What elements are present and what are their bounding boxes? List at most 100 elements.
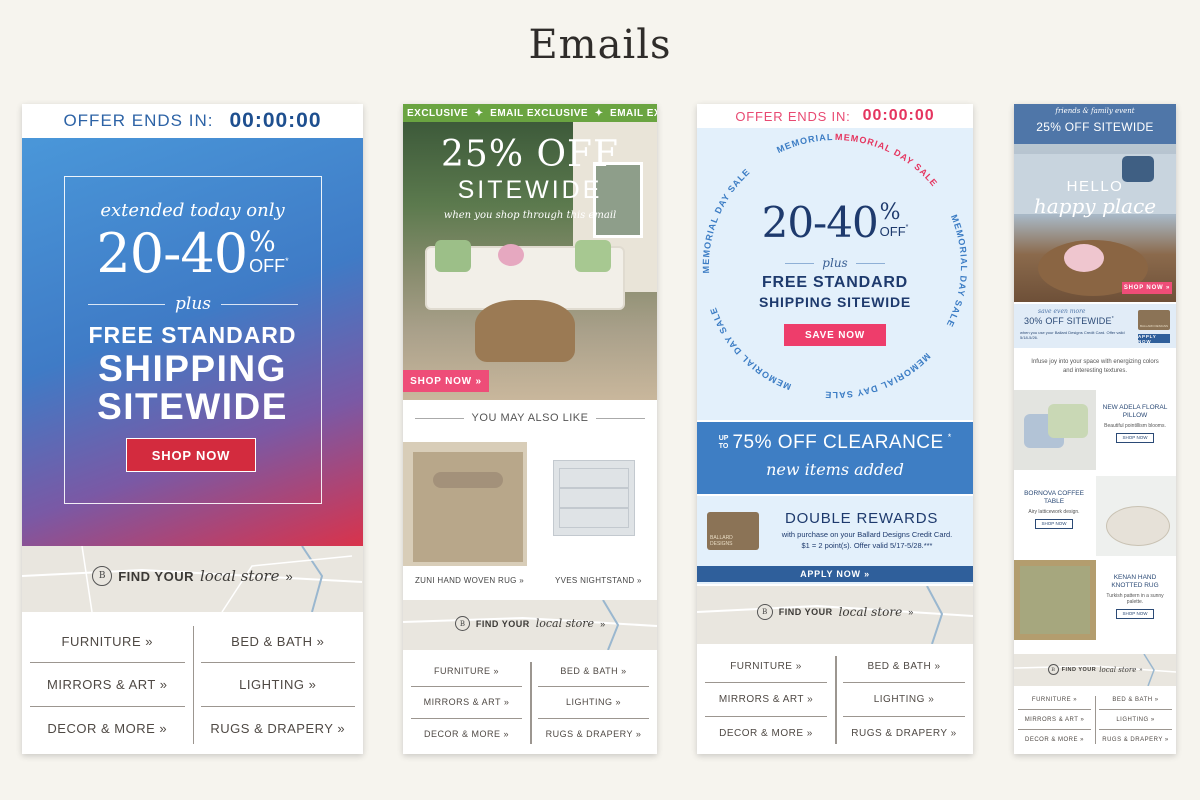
- nav-link-lighting[interactable]: LIGHTING »: [200, 663, 355, 707]
- rewards-card-graphic: BALLARD DESIGNS: [707, 512, 759, 550]
- product-pillow-image[interactable]: [1014, 390, 1096, 470]
- nav-link-bed-bath[interactable]: BED & BATH »: [200, 620, 355, 664]
- nav-link-decor-more[interactable]: DECOR & MORE »: [30, 707, 185, 750]
- product-rug-image[interactable]: [403, 442, 527, 566]
- store-locator-map[interactable]: B FIND YOUR local store »: [697, 586, 973, 644]
- product-nightstand-image[interactable]: [549, 460, 637, 548]
- apply-now-button[interactable]: APPLY NOW »: [697, 566, 973, 582]
- pillow-graphic-right: [575, 240, 611, 272]
- nav-link-furniture[interactable]: FURNITURE »: [1018, 690, 1091, 710]
- countdown-timer: 00:00:00: [229, 109, 322, 132]
- nav-link-lighting[interactable]: LIGHTING »: [843, 683, 965, 717]
- store-logo-icon: B: [756, 604, 773, 620]
- product-1-desc: Beautiful pointillism blooms.: [1104, 423, 1166, 429]
- nav-link-rugs-drapery[interactable]: RUGS & DRAPERY »: [538, 719, 649, 750]
- nav-link-mirrors-art[interactable]: MIRRORS & ART »: [30, 663, 185, 707]
- nav-link-furniture[interactable]: FURNITURE »: [705, 650, 827, 684]
- shop-now-button[interactable]: SHOP NOW »: [403, 370, 489, 392]
- event-header: friends & family event 25% OFF SITEWIDE: [1014, 104, 1176, 144]
- product-3-shop-button[interactable]: SHOP NOW: [1116, 609, 1154, 619]
- page-title: Emails: [528, 22, 672, 68]
- store-logo-icon: B: [1047, 664, 1059, 675]
- store-locator-map[interactable]: B FIND YOUR local store »: [1014, 654, 1176, 686]
- email-preview-4[interactable]: friends & family event 25% OFF SITEWIDE …: [1014, 104, 1176, 754]
- product-nightstand-link[interactable]: YVES NIGHTSTAND »: [555, 576, 642, 585]
- find-store-arrow: »: [1139, 666, 1143, 673]
- hero-percent-sign: %: [879, 200, 901, 225]
- hero-shipping: SHIPPING: [98, 348, 287, 389]
- wicker-table-graphic: [475, 300, 575, 362]
- section-title: YOU MAY ALSO LIKE: [471, 412, 589, 424]
- nav-link-decor-more[interactable]: DECOR & MORE »: [1018, 730, 1091, 750]
- hero-living-room-photo[interactable]: HELLO happy place SHOP NOW »: [1014, 144, 1176, 302]
- hero-plus-row: plus: [785, 256, 885, 270]
- nav-link-furniture[interactable]: FURNITURE »: [30, 620, 185, 664]
- save-now-button[interactable]: SAVE NOW: [784, 324, 886, 346]
- store-locator-map[interactable]: B FIND YOUR local store »: [22, 546, 363, 612]
- find-store-local: local store: [199, 567, 280, 585]
- find-store-arrow: »: [908, 607, 914, 617]
- find-store-link[interactable]: B FIND YOUR local store »: [22, 566, 363, 586]
- hero-happy-place: happy place: [1033, 194, 1157, 218]
- product-2-shop-button[interactable]: SHOP NOW: [1035, 519, 1073, 529]
- find-store-link[interactable]: B FIND YOUR local store »: [697, 604, 973, 620]
- find-store-link[interactable]: B FIND YOUR local store »: [1014, 664, 1176, 675]
- credit-card-offer[interactable]: save even more 30% OFF SITEWIDE * when y…: [1014, 304, 1176, 348]
- offer-countdown-bar: OFFER ENDS IN: 00:00:00: [22, 104, 363, 138]
- memorial-day-hero[interactable]: MEMORIAL DAY SALE MEMORIAL DAY SALE MEMO…: [697, 128, 973, 420]
- find-store-link[interactable]: B FIND YOUR local store »: [403, 616, 657, 631]
- nav-link-lighting[interactable]: LIGHTING »: [1099, 710, 1172, 730]
- find-store-arrow: »: [600, 618, 606, 629]
- nav-link-decor-more[interactable]: DECOR & MORE »: [411, 719, 522, 750]
- exclusive-ribbon: EXCLUSIVE ✦ EMAIL EXCLUSIVE ✦ EMAIL EXCL…: [403, 104, 657, 122]
- hero-asterisk: *: [285, 256, 289, 266]
- double-rewards-banner[interactable]: BALLARD DESIGNS DOUBLE REWARDS with purc…: [697, 496, 973, 584]
- product-rug-link[interactable]: ZUNI HAND WOVEN RUG »: [415, 576, 524, 585]
- nav-link-mirrors-art[interactable]: MIRRORS & ART »: [1018, 710, 1091, 730]
- hero-subline: when you shop through this email: [443, 210, 617, 221]
- hero-percent-group: 20-40 % OFF *: [22, 222, 363, 285]
- flowers-graphic: [498, 244, 524, 266]
- hero-percent-group: 20-40 % OFF *: [697, 198, 973, 247]
- nav-link-rugs-drapery[interactable]: RUGS & DRAPERY »: [843, 717, 965, 750]
- shop-now-button[interactable]: SHOP NOW »: [1122, 282, 1172, 294]
- hero-headline-sitewide: SITEWIDE: [457, 176, 603, 204]
- clearance-up: UP: [718, 435, 729, 442]
- thirty-asterisk: *: [1111, 316, 1114, 322]
- clearance-banner[interactable]: UP TO 75% OFF CLEARANCE * new items adde…: [697, 422, 973, 494]
- nav-link-bed-bath[interactable]: BED & BATH »: [1099, 690, 1172, 710]
- nav-link-rugs-drapery[interactable]: RUGS & DRAPERY »: [1099, 730, 1172, 750]
- pillow-graphic-left: [435, 240, 471, 272]
- hero-tagline: extended today only: [100, 200, 285, 221]
- apply-now-button[interactable]: APPLY NOW: [1138, 334, 1170, 344]
- find-store-arrow: »: [285, 568, 293, 584]
- email-preview-3[interactable]: OFFER ENDS IN: 00:00:00 MEMORIAL DAY SAL…: [697, 104, 973, 754]
- product-table-image[interactable]: [1096, 476, 1176, 556]
- email-preview-1[interactable]: OFFER ENDS IN: 00:00:00 extended today o…: [22, 104, 363, 754]
- nav-link-mirrors-art[interactable]: MIRRORS & ART »: [705, 683, 827, 717]
- shop-now-button[interactable]: SHOP NOW: [126, 438, 256, 472]
- find-store-label: FIND YOUR: [475, 618, 530, 629]
- offer-label: OFFER ENDS IN:: [735, 108, 851, 124]
- nav-divider: [530, 662, 532, 744]
- event-label: friends & family event: [1055, 107, 1135, 115]
- nav-link-bed-bath[interactable]: BED & BATH »: [843, 650, 965, 684]
- nav-link-bed-bath[interactable]: BED & BATH »: [538, 656, 649, 688]
- nav-divider: [192, 626, 194, 744]
- hero-patio-photo[interactable]: 25% OFF SITEWIDE when you shop through t…: [403, 122, 657, 400]
- nav-link-mirrors-art[interactable]: MIRRORS & ART »: [411, 687, 522, 719]
- nav-link-decor-more[interactable]: DECOR & MORE »: [705, 717, 827, 750]
- product-1-shop-button[interactable]: SHOP NOW: [1116, 433, 1154, 443]
- hero-hello: HELLO: [1066, 178, 1124, 195]
- thirty-off: 30% OFF SITEWIDE: [1024, 316, 1112, 326]
- store-locator-map[interactable]: B FIND YOUR local store »: [403, 600, 657, 650]
- nav-link-rugs-drapery[interactable]: RUGS & DRAPERY »: [201, 707, 356, 750]
- flowers-graphic: [1064, 244, 1104, 272]
- email-preview-2[interactable]: EXCLUSIVE ✦ EMAIL EXCLUSIVE ✦ EMAIL EXCL…: [403, 104, 657, 754]
- product-2-title: BORNOVA COFFEE TABLE: [1024, 490, 1084, 505]
- nav-link-furniture[interactable]: FURNITURE »: [411, 656, 522, 688]
- hero-gradient-panel[interactable]: extended today only 20-40 % OFF * plus F…: [22, 138, 363, 546]
- product-rug-image[interactable]: [1014, 560, 1096, 640]
- nav-link-lighting[interactable]: LIGHTING »: [538, 687, 649, 719]
- event-headline: 25% OFF SITEWIDE: [1036, 120, 1154, 134]
